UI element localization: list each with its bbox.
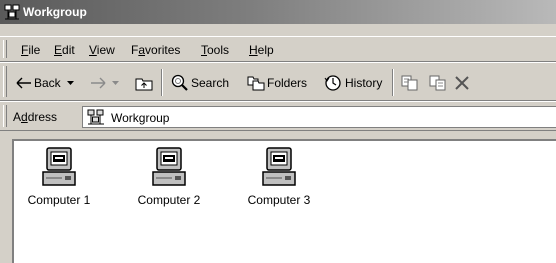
search-icon <box>171 74 189 92</box>
search-label: Search <box>191 76 230 90</box>
history-label: History <box>345 76 383 90</box>
menu-edit[interactable]: Edit <box>54 43 75 57</box>
list-item[interactable]: Computer 2 <box>120 147 218 207</box>
copy-to-icon <box>428 74 448 92</box>
menu-favorites[interactable]: Favorites <box>131 43 180 57</box>
list-item[interactable]: Computer 1 <box>10 147 108 207</box>
folders-button[interactable]: Folders <box>247 73 307 93</box>
address-label: Address <box>13 110 58 124</box>
history-button[interactable]: History <box>323 73 382 93</box>
standard-toolbar: Back Search Folders History <box>0 62 556 101</box>
address-bar: Address Workgroup <box>0 101 556 131</box>
delete-icon <box>454 75 470 91</box>
toolbar-separator <box>161 69 163 96</box>
computer-icon <box>152 147 186 187</box>
menubar-grip[interactable] <box>3 40 7 58</box>
explorer-window: Workgroup File Edit View Favorites Tools… <box>0 0 556 263</box>
workgroup-icon <box>87 109 105 128</box>
toolbar-grip[interactable] <box>3 66 7 97</box>
item-label: Computer 1 <box>27 193 91 207</box>
up-folder-icon <box>135 75 153 91</box>
file-view[interactable]: Computer 1 Computer 2 Computer 3 <box>12 139 556 263</box>
computer-icon <box>42 147 76 187</box>
list-item[interactable]: Computer 3 <box>230 147 328 207</box>
computer-icon <box>262 147 296 187</box>
folders-icon <box>247 75 265 91</box>
up-button[interactable] <box>135 73 153 93</box>
menu-view[interactable]: View <box>89 43 115 57</box>
back-dropdown-icon[interactable] <box>66 80 74 86</box>
search-button[interactable]: Search <box>171 73 229 93</box>
address-input[interactable]: Workgroup <box>82 106 556 128</box>
workgroup-icon <box>4 4 20 20</box>
forward-arrow-icon <box>90 77 106 89</box>
menu-file[interactable]: File <box>21 43 40 57</box>
menu-tools[interactable]: Tools <box>201 43 229 57</box>
move-to-button[interactable] <box>400 73 420 93</box>
forward-button[interactable] <box>90 73 119 93</box>
menu-bar: File Edit View Favorites Tools Help <box>0 36 556 62</box>
back-button[interactable]: Back <box>16 73 74 93</box>
item-label: Computer 2 <box>137 193 201 207</box>
delete-button[interactable] <box>454 73 470 93</box>
addressbar-grip[interactable] <box>3 105 7 127</box>
menu-help[interactable]: Help <box>249 43 274 57</box>
back-label: Back <box>34 76 61 90</box>
back-arrow-icon <box>16 77 32 89</box>
toolbar-separator-2 <box>392 69 394 96</box>
title-bar[interactable]: Workgroup <box>0 0 556 24</box>
address-value: Workgroup <box>111 111 170 125</box>
history-icon <box>323 74 343 92</box>
move-to-icon <box>400 74 420 92</box>
item-label: Computer 3 <box>247 193 311 207</box>
forward-dropdown-icon[interactable] <box>112 80 119 86</box>
window-title: Workgroup <box>23 5 87 19</box>
copy-to-button[interactable] <box>428 73 448 93</box>
folders-label: Folders <box>267 76 308 90</box>
